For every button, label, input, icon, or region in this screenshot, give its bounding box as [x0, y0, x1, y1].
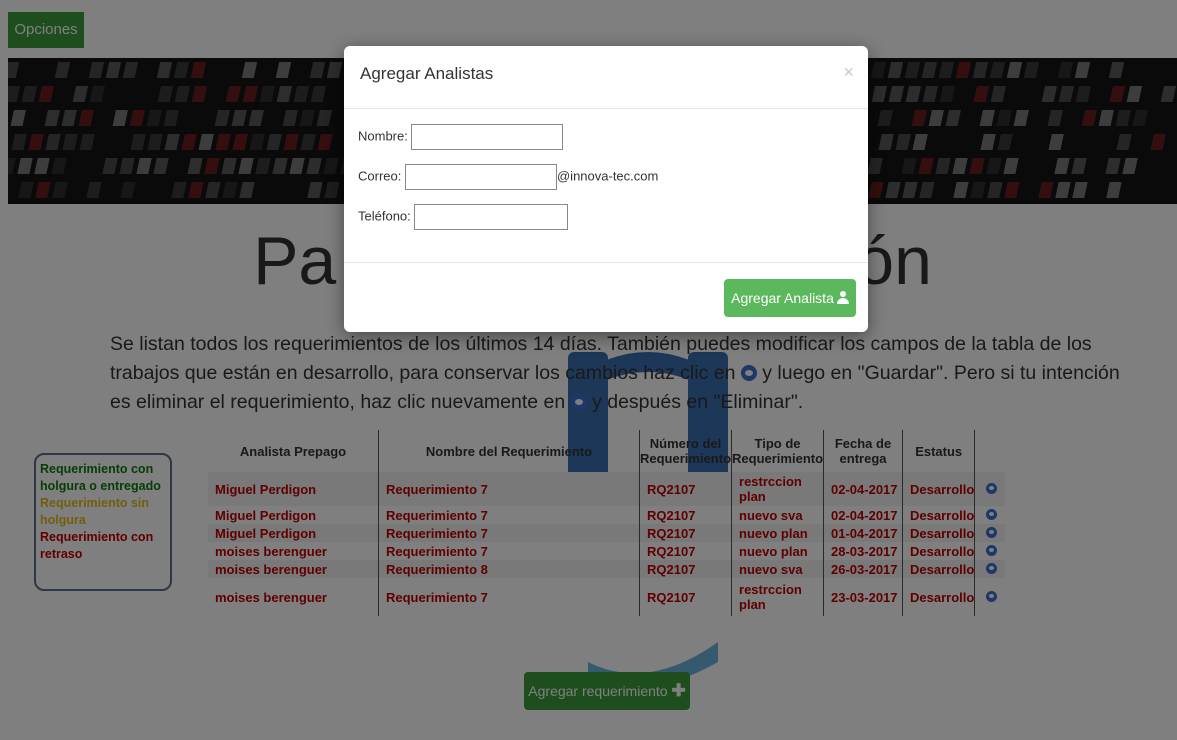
email-domain: @innova-tec.com	[556, 168, 659, 184]
email-input[interactable]	[404, 164, 557, 190]
name-label: Nombre:	[358, 128, 408, 144]
add-analyst-modal: Agregar Analistas × Nombre: Correo: @inn…	[344, 46, 868, 332]
name-row: Nombre:	[358, 124, 564, 150]
modal-title: Agregar Analistas	[360, 64, 494, 83]
modal-footer: Agregar Analista	[344, 262, 868, 333]
user-icon	[836, 291, 849, 304]
email-label: Correo:	[358, 168, 402, 184]
modal-header: Agregar Analistas ×	[344, 46, 868, 109]
name-input[interactable]	[411, 124, 564, 150]
add-analyst-button[interactable]: Agregar Analista	[724, 279, 856, 317]
email-row: Correo: @innova-tec.com	[358, 164, 658, 190]
close-icon[interactable]: ×	[843, 62, 854, 83]
phone-row: Teléfono:	[358, 204, 569, 230]
phone-input[interactable]	[414, 204, 569, 230]
phone-label: Teléfono:	[358, 208, 411, 224]
